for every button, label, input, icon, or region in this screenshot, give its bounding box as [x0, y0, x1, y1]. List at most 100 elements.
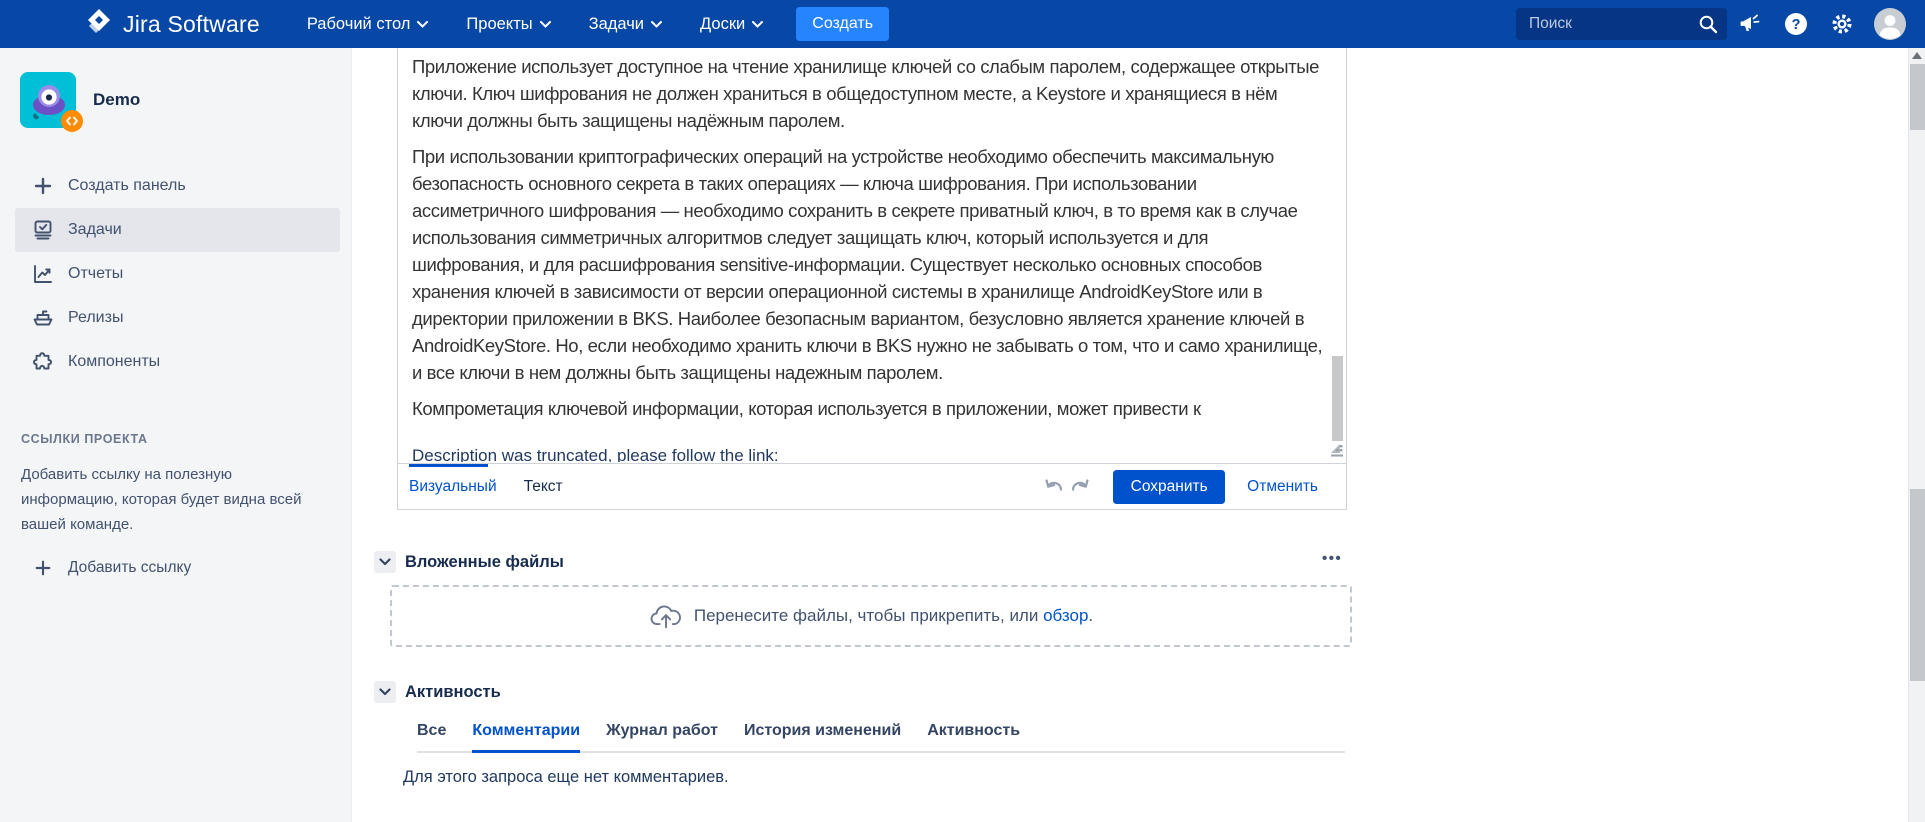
tab-history[interactable]: История изменений — [744, 722, 901, 753]
chevron-down-icon — [417, 21, 428, 28]
attachments-title: Вложенные файлы — [405, 553, 564, 572]
cancel-button[interactable]: Отменить — [1241, 477, 1324, 497]
project-header: Demo — [0, 48, 351, 128]
sidebar-item-label: Отчеты — [68, 265, 123, 283]
chevron-down-icon — [651, 21, 662, 28]
chevron-down-icon — [752, 21, 763, 28]
editor-footer: Визуальный Текст Сохранить Отм — [398, 463, 1346, 509]
sidebar-item-label: Задачи — [68, 221, 122, 239]
search-box — [1516, 8, 1727, 40]
project-name: Demo — [93, 90, 140, 110]
description-paragraph: Приложение использует доступное на чтени… — [412, 53, 1324, 134]
description-paragraph: При использовании криптографических опер… — [412, 143, 1324, 386]
add-link-button[interactable]: Добавить ссылку — [0, 559, 351, 577]
nav-projects[interactable]: Проекты — [447, 0, 569, 48]
sidebar-item-create-board[interactable]: Создать панель — [0, 164, 351, 208]
project-links-title: ССЫЛКИ ПРОЕКТА — [21, 432, 351, 446]
nav-label: Рабочий стол — [307, 15, 411, 34]
editor-mode-tabs: Визуальный Текст — [409, 478, 563, 496]
jira-logo[interactable]: Jira Software — [84, 7, 260, 42]
avatar — [1874, 8, 1906, 40]
collapse-activity-button[interactable] — [374, 681, 396, 703]
tab-activity[interactable]: Активность — [927, 722, 1020, 753]
scrollbar-thumb[interactable] — [1910, 489, 1925, 681]
collapse-attachments-button[interactable] — [374, 551, 396, 573]
scroll-up-arrow[interactable] — [1912, 52, 1922, 59]
code-icon — [65, 115, 79, 127]
undo-icon — [1044, 477, 1065, 496]
scrollbar-thumb[interactable] — [1910, 64, 1925, 130]
jira-diamond-icon — [84, 7, 114, 42]
tab-text[interactable]: Текст — [524, 478, 563, 496]
components-icon — [31, 350, 55, 374]
save-button[interactable]: Сохранить — [1113, 470, 1225, 504]
top-navbar: Jira Software Рабочий стол Проекты Задач… — [0, 0, 1925, 48]
browse-files-link[interactable]: обзор — [1043, 606, 1088, 625]
editor-actions: Сохранить Отменить — [1041, 470, 1324, 504]
resize-grip-icon[interactable] — [1331, 444, 1344, 462]
nav-issues[interactable]: Задачи — [570, 0, 681, 48]
description-editor-box: Приложение использует доступное на чтени… — [397, 48, 1347, 510]
nav-label: Проекты — [466, 15, 532, 34]
settings-button[interactable] — [1819, 0, 1865, 48]
no-comments-message: Для этого запроса еще нет комментариев. — [403, 768, 729, 787]
tab-comments[interactable]: Комментарии — [472, 722, 580, 753]
sidebar-item-releases[interactable]: Релизы — [0, 296, 351, 340]
sidebar-item-issues[interactable]: Задачи — [15, 208, 340, 252]
logo-text: Jira Software — [123, 11, 260, 38]
search-input[interactable] — [1516, 15, 1763, 33]
nav-label: Задачи — [589, 15, 644, 34]
user-menu[interactable] — [1867, 0, 1913, 48]
software-project-badge — [61, 110, 83, 132]
activity-header: Активность — [374, 681, 501, 703]
dropzone-text: Перенесите файлы, чтобы прикрепить, или … — [694, 606, 1093, 626]
tab-worklog[interactable]: Журнал работ — [606, 722, 718, 753]
plus-icon — [31, 176, 55, 196]
page-scrollbar — [1908, 48, 1925, 822]
description-editor[interactable]: Приложение использует доступное на чтени… — [398, 48, 1330, 462]
redo-icon — [1070, 477, 1091, 496]
file-dropzone[interactable]: Перенесите файлы, чтобы прикрепить, или … — [390, 585, 1352, 647]
nav-dashboards[interactable]: Рабочий стол — [288, 0, 448, 48]
navbar-right: ? — [1516, 0, 1913, 48]
plus-icon — [31, 559, 55, 577]
sidebar-item-reports[interactable]: Отчеты — [0, 252, 351, 296]
dropzone-prefix: Перенесите файлы, чтобы прикрепить, или — [694, 606, 1043, 625]
sidebar-item-label: Создать панель — [68, 177, 186, 195]
svg-text:?: ? — [1792, 17, 1801, 33]
sidebar-item-label: Релизы — [68, 309, 123, 327]
activity-tabs: Все Комментарии Журнал работ История изм… — [417, 722, 1345, 753]
tab-all[interactable]: Все — [417, 722, 446, 753]
help-icon: ? — [1783, 11, 1809, 37]
attachments-more-button[interactable]: ••• — [1322, 550, 1342, 567]
redo-button[interactable] — [1067, 474, 1093, 500]
description-paragraph: Компрометация ключевой информации, котор… — [412, 395, 1324, 422]
issues-icon — [31, 218, 55, 242]
editor-scrollbar-thumb[interactable] — [1332, 356, 1343, 441]
attachments-header: Вложенные файлы — [374, 551, 564, 573]
add-link-label: Добавить ссылку — [68, 559, 191, 577]
project-sidebar: Demo Создать панель Задачи — [0, 48, 352, 822]
chevron-down-icon — [379, 558, 391, 566]
sidebar-menu: Создать панель Задачи — [0, 164, 351, 384]
project-links-description: Добавить ссылку на полезную информацию, … — [21, 462, 325, 537]
active-tab-indicator — [409, 464, 488, 467]
sidebar-item-components[interactable]: Компоненты — [0, 340, 351, 384]
truncation-note: Description was truncated, please follow… — [412, 443, 1324, 462]
reports-icon — [31, 262, 55, 286]
tab-visual[interactable]: Визуальный — [409, 478, 497, 496]
search-icon — [1697, 13, 1719, 40]
chevron-down-icon — [540, 21, 551, 28]
releases-icon — [31, 306, 55, 330]
nav-boards[interactable]: Доски — [681, 0, 782, 48]
jira-app: Jira Software Рабочий стол Проекты Задач… — [0, 0, 1925, 822]
project-avatar[interactable] — [20, 72, 76, 128]
dropzone-suffix: . — [1088, 606, 1093, 625]
sidebar-item-label: Компоненты — [68, 353, 160, 371]
main-nav: Рабочий стол Проекты Задачи Доски — [288, 0, 782, 48]
truncation-text: Description was truncated, please follow… — [412, 446, 779, 462]
activity-title: Активность — [405, 683, 501, 702]
undo-button[interactable] — [1041, 474, 1067, 500]
create-button[interactable]: Создать — [796, 7, 889, 41]
help-button[interactable]: ? — [1773, 0, 1819, 48]
